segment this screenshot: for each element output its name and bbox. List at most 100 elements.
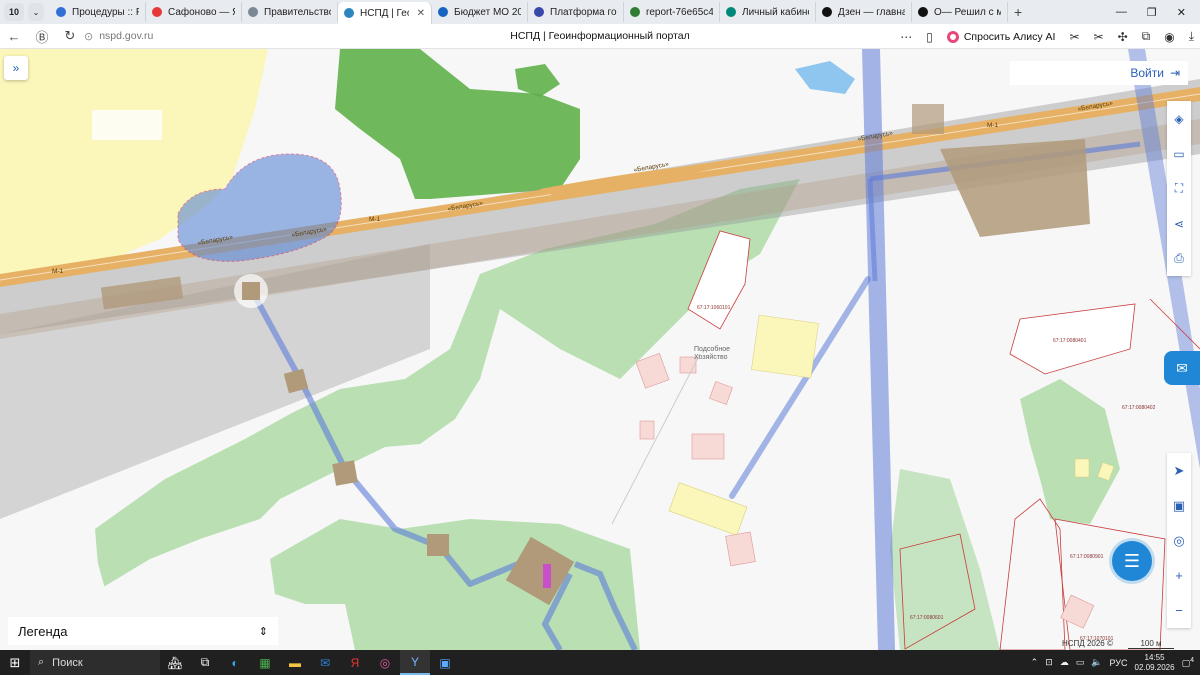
geolocation-icon[interactable]: ◎	[1167, 523, 1191, 558]
browser-tab[interactable]: Правительство Сл	[242, 2, 338, 22]
mail-icon[interactable]: ✉	[310, 650, 340, 675]
task-view-icon[interactable]: ⧉	[190, 650, 220, 675]
tab-count-badge[interactable]: 10	[4, 3, 24, 21]
collections-icon[interactable]: ⧉	[1142, 29, 1151, 44]
alice-button-label: Спросить Алису AI	[963, 30, 1056, 43]
login-arrow-icon: ⇥	[1169, 66, 1180, 80]
land-parcel	[1054, 518, 1166, 650]
bookmark-icon[interactable]: ▯	[926, 30, 933, 44]
alice-button[interactable]: Спросить Алису AI	[946, 30, 1056, 43]
layers-icon[interactable]: ◈	[1167, 101, 1191, 136]
tab-list-chevron-icon[interactable]: ⌄	[28, 3, 44, 21]
url-field[interactable]: nspd.gov.ru	[99, 30, 153, 42]
browser-tab[interactable]: Дзен — главная н	[816, 2, 912, 22]
notification-icon[interactable]: ▢4	[1182, 657, 1194, 669]
tab-favicon-icon	[534, 7, 544, 17]
close-window-icon[interactable]: ✕	[1177, 6, 1186, 19]
network-icon[interactable]: ⊡	[1045, 657, 1053, 668]
tab-label: report-76e65c42-4	[646, 6, 713, 18]
login-button[interactable]: Войти ⇥	[1010, 61, 1188, 85]
tray-chevron-icon[interactable]: ⌃	[1031, 657, 1039, 668]
browser-tab[interactable]: Бюджет МО 2025	[432, 2, 528, 22]
yandex-browser-icon[interactable]: Ⓑ	[28, 27, 56, 46]
edge-browser-icon[interactable]: ◐	[220, 650, 250, 675]
window-controls: — ❐ ✕	[1116, 0, 1200, 24]
map-canvas[interactable]: «Беларусь» «Беларусь» «Беларусь» «Белару…	[0, 49, 1200, 650]
building	[332, 460, 358, 486]
share-icon[interactable]: ⋖	[1167, 206, 1191, 241]
search-label: Поиск	[52, 656, 83, 669]
locate-icon[interactable]: ➤	[1167, 453, 1191, 488]
vpn-extension-icon[interactable]: ◉	[1164, 30, 1174, 44]
store-icon[interactable]: ▦	[250, 650, 280, 675]
parcel-label: 67:17:1060101	[697, 305, 731, 311]
dense-forest	[515, 64, 560, 97]
residential-parcel	[751, 314, 819, 379]
road-code-label: М-1	[987, 122, 999, 129]
app-icon[interactable]: ◎	[370, 650, 400, 675]
minimize-icon[interactable]: —	[1116, 6, 1127, 18]
remote-desktop-icon[interactable]: ▣	[430, 650, 460, 675]
taskbar-search[interactable]: ⌕ Поиск	[30, 650, 160, 675]
tab-label: Бюджет МО 2025	[454, 6, 521, 18]
downloads-icon[interactable]: ⤓	[1189, 29, 1194, 44]
map-drawing: «Беларусь» «Беларусь» «Беларусь» «Белару…	[0, 49, 1200, 650]
ruler-icon[interactable]: ▭	[1167, 136, 1191, 171]
file-explorer-icon[interactable]: ▬	[280, 650, 310, 675]
help-chat-icon[interactable]: ✉	[1164, 351, 1200, 385]
settlement-label: Хозяйство	[694, 353, 728, 361]
onedrive-icon[interactable]: ☁	[1060, 657, 1069, 668]
land-parcel	[691, 433, 725, 460]
tab-favicon-icon	[248, 7, 258, 17]
tab-label: Платформа госуд	[550, 6, 617, 18]
map-tools-panel: ◈ ▭ ⛶ ⋖ ⎙	[1167, 101, 1191, 276]
extension-icon[interactable]: ✂	[1094, 30, 1104, 44]
building	[427, 534, 449, 556]
browser-tab[interactable]: Процедуры :: Реа	[50, 2, 146, 22]
zoom-out-icon[interactable]: −	[1167, 593, 1191, 628]
extension-icon[interactable]: ✂	[1069, 30, 1079, 44]
clock-date: 02.09.2026	[1134, 662, 1175, 672]
maximize-icon[interactable]: ❐	[1147, 6, 1157, 19]
notification-count: 4	[1190, 656, 1194, 664]
new-tab-plus-icon[interactable]: +	[1014, 4, 1022, 20]
battery-icon[interactable]: ▭	[1076, 657, 1085, 668]
widgets-icon[interactable]: 🏘	[160, 650, 190, 675]
close-tab-icon[interactable]: ✕	[417, 8, 425, 19]
browser-tab[interactable]: report-76e65c42-4	[624, 2, 720, 22]
tab-favicon-icon	[822, 7, 832, 17]
reload-icon[interactable]: ↻	[56, 28, 84, 44]
tab-label: Правительство Сл	[264, 6, 331, 18]
chat-assistant-icon[interactable]: ☰	[1112, 541, 1152, 581]
volume-icon[interactable]: 🔈	[1091, 657, 1102, 668]
expand-panel-icon[interactable]: »	[4, 56, 28, 80]
site-info-icon[interactable]: ⊙	[84, 30, 93, 43]
search-icon: ⌕	[38, 656, 45, 668]
windows-start-icon[interactable]: ⊞	[0, 655, 30, 671]
clock[interactable]: 14:55 02.09.2026	[1135, 653, 1175, 673]
more-options-icon[interactable]: ⋯	[900, 30, 912, 44]
browser-tab[interactable]: Сафоново — Янде	[146, 2, 242, 22]
browser-tab[interactable]: Платформа госуд	[528, 2, 624, 22]
back-arrow-icon[interactable]: ←	[0, 29, 28, 44]
settlement-label: Подсобное	[694, 345, 730, 353]
legend-toggle-icon[interactable]: ⇕	[259, 625, 268, 638]
language-indicator[interactable]: РУС	[1110, 658, 1128, 668]
print-icon[interactable]: ⎙	[1167, 241, 1191, 276]
residential-parcel	[1074, 458, 1090, 478]
building-area	[92, 110, 162, 140]
browser-tab[interactable]: О— Решил с мате	[912, 2, 1008, 22]
map-nav-panel: ➤ ▣ ◎ + −	[1167, 453, 1191, 628]
browser-tab[interactable]: НСПД | Геоинф ✕	[338, 2, 432, 24]
yandex-icon[interactable]: Я	[340, 650, 370, 675]
minimap-icon[interactable]: ▣	[1167, 488, 1191, 523]
yandex-browser-taskbar-icon[interactable]: Y	[400, 650, 430, 675]
puzzle-extensions-icon[interactable]: ✣	[1118, 30, 1128, 44]
browser-tab[interactable]: Личный кабинет	[720, 2, 816, 22]
address-bar: ← Ⓑ ↻ ⊙ nspd.gov.ru НСПД | Геоинформацио…	[0, 24, 1200, 49]
pipeline	[729, 276, 871, 499]
legend-panel[interactable]: Легенда ⇕	[8, 617, 278, 645]
zoom-in-icon[interactable]: +	[1167, 558, 1191, 593]
tab-label: НСПД | Геоинф	[360, 7, 409, 19]
select-area-icon[interactable]: ⛶	[1167, 171, 1191, 206]
